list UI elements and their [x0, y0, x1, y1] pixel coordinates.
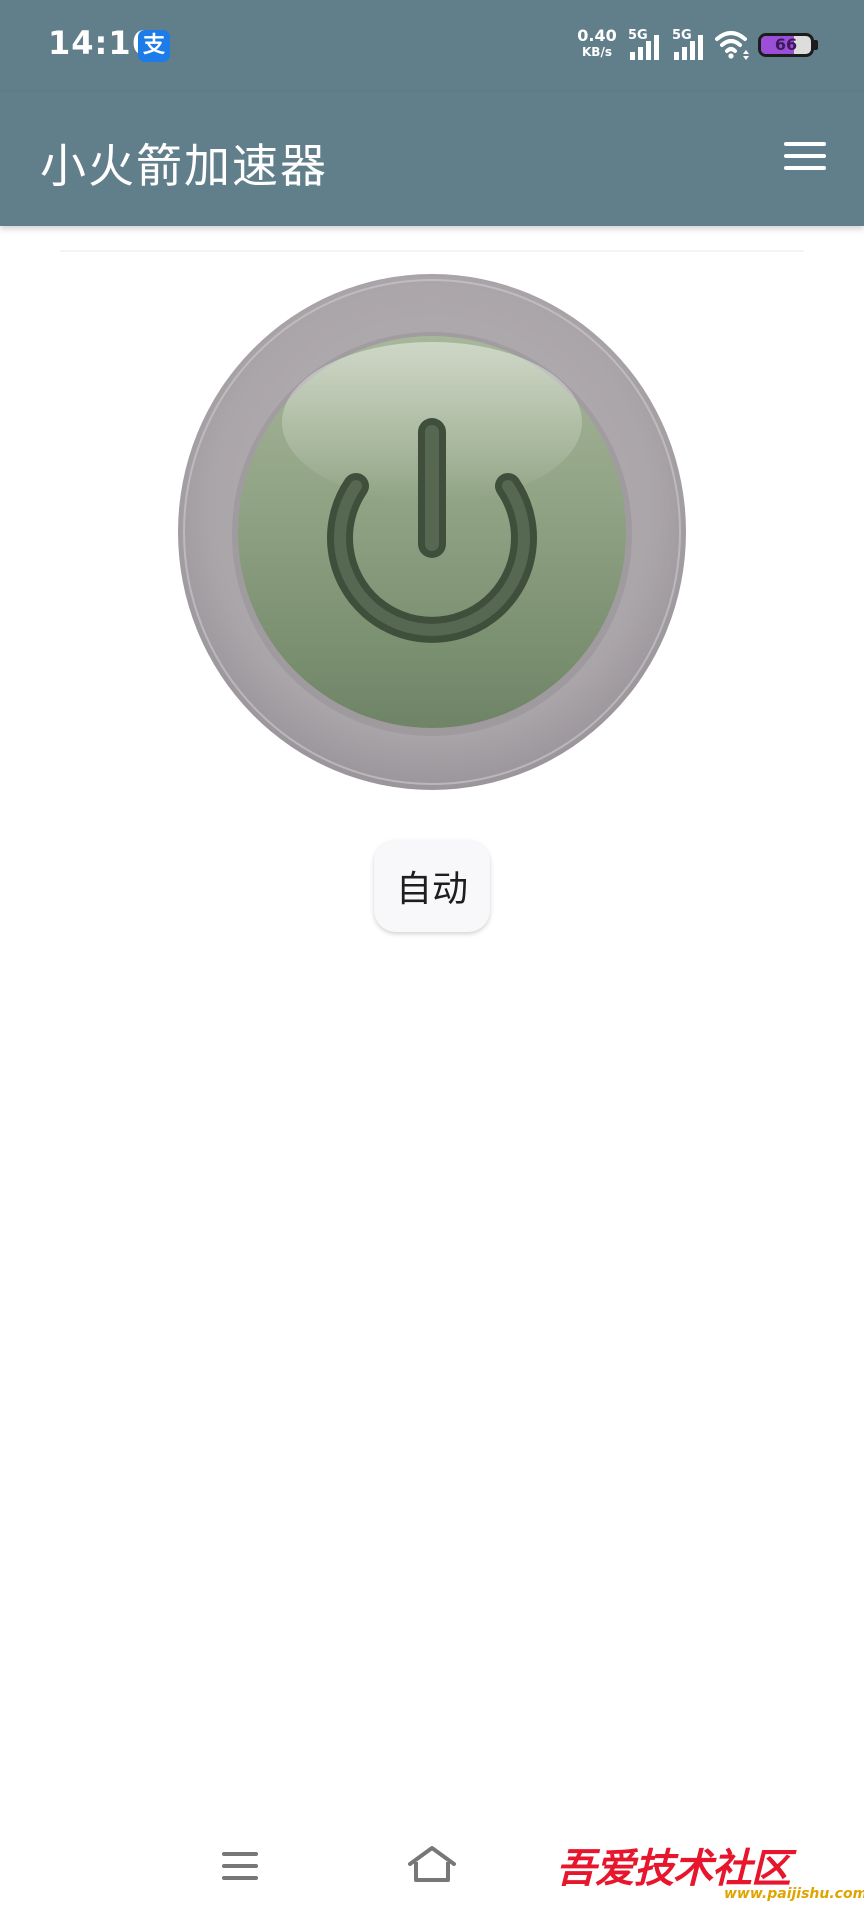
- watermark-logo-text: 吾爱技术社区: [556, 1845, 791, 1892]
- network-speed-value: 0.40: [577, 26, 617, 45]
- watermark: 吾爱技术社区 www.paijishu.com: [556, 1836, 864, 1906]
- battery-level: 66: [774, 35, 798, 54]
- cell-signal-1-icon: 5G: [628, 28, 668, 62]
- network-speed-unit: KB/s: [582, 45, 612, 59]
- power-button[interactable]: [176, 272, 688, 792]
- mode-button[interactable]: 自动: [374, 840, 490, 932]
- nav-home-icon[interactable]: [404, 1842, 460, 1888]
- battery-cap: [814, 40, 818, 50]
- app-bar: 小火箭加速器: [0, 92, 864, 226]
- wifi-icon: [715, 31, 749, 60]
- watermark-url: www.paijishu.com: [724, 1886, 864, 1902]
- battery-icon: 66: [758, 33, 814, 57]
- network-speed: 0.40 KB/s: [576, 26, 618, 59]
- app-title: 小火箭加速器: [40, 139, 328, 193]
- status-bar: 14:16 支 0.40 KB/s 5G 5G 66: [0, 0, 864, 92]
- nav-menu-icon[interactable]: [218, 1846, 262, 1886]
- content-divider: [60, 250, 804, 252]
- cell-signal-2-icon: 5G: [672, 28, 712, 62]
- hamburger-menu-icon[interactable]: [782, 136, 828, 176]
- alipay-icon: 支: [138, 30, 170, 62]
